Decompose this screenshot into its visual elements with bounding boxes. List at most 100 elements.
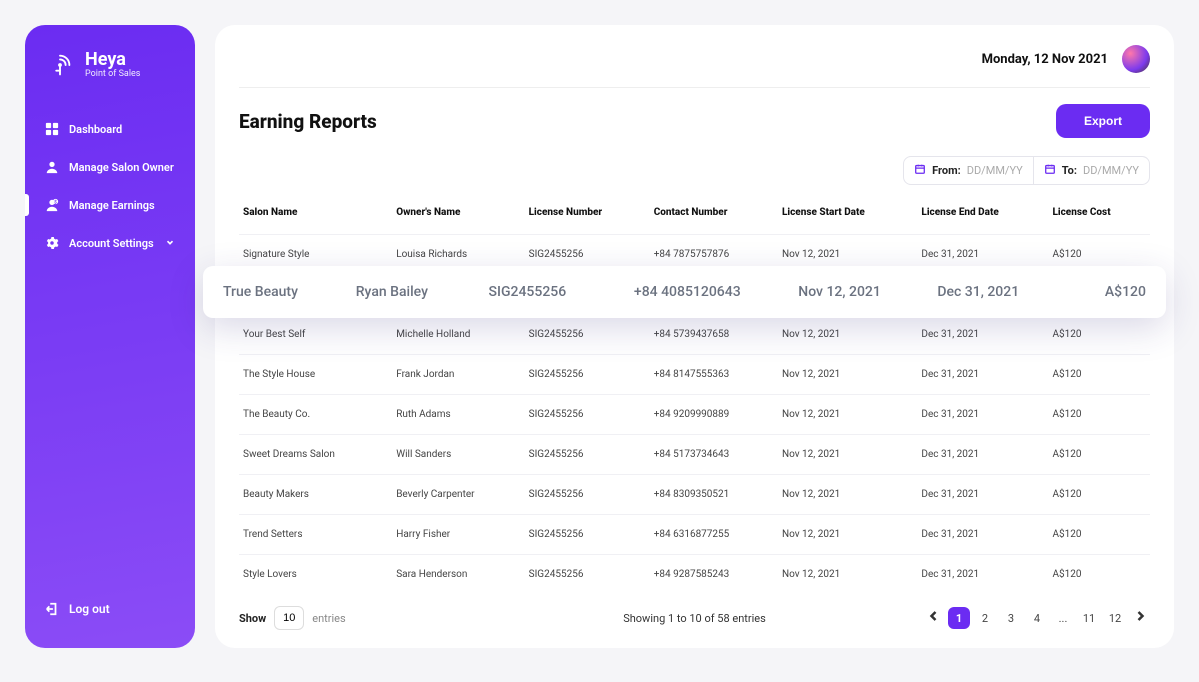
- cell-start: Nov 12, 2021: [778, 315, 917, 355]
- table-row[interactable]: The Style HouseFrank JordanSIG2455256+84…: [239, 355, 1150, 395]
- table-row[interactable]: Beauty MakersBeverly CarpenterSIG2455256…: [239, 475, 1150, 515]
- nav-dashboard[interactable]: Dashboard: [25, 110, 195, 148]
- to-placeholder: DD/MM/YY: [1083, 164, 1139, 177]
- titlebar: Earning Reports Export: [239, 104, 1150, 138]
- cell-end: Dec 31, 2021: [917, 435, 1048, 475]
- table-row[interactable]: The Beauty Co.Ruth AdamsSIG2455256+84 92…: [239, 395, 1150, 435]
- prev-page[interactable]: [924, 610, 944, 626]
- cell-salon: Sweet Dreams Salon: [239, 435, 392, 475]
- cell-contact: +84 5173734643: [650, 435, 778, 475]
- cell-salon: Style Lovers: [239, 555, 392, 595]
- cell-end: Dec 31, 2021: [917, 515, 1048, 555]
- table-row[interactable]: Trend SettersHarry FisherSIG2455256+84 6…: [239, 515, 1150, 555]
- cell-start: Nov 12, 2021: [778, 395, 917, 435]
- export-button[interactable]: Export: [1056, 104, 1150, 138]
- page-2[interactable]: 2: [974, 607, 996, 629]
- table-row[interactable]: Your Best SelfMichelle HollandSIG2455256…: [239, 315, 1150, 355]
- cell-license: SIG2455256: [525, 395, 650, 435]
- nav-manage-earnings[interactable]: $ Manage Earnings: [25, 186, 195, 224]
- current-date: Monday, 12 Nov 2021: [982, 52, 1108, 67]
- cell-owner: Beverly Carpenter: [392, 475, 524, 515]
- sidebar: Heya Point of Sales Dashboard Manage Sal…: [25, 25, 195, 648]
- cell-salon: True Beauty: [223, 284, 356, 300]
- cell-contact: +84 5739437658: [650, 315, 778, 355]
- cell-owner: Sara Henderson: [392, 555, 524, 595]
- nav-label: Manage Earnings: [69, 199, 155, 212]
- to-label: To:: [1062, 164, 1077, 177]
- page-12[interactable]: 12: [1104, 607, 1126, 629]
- brand-subtitle: Point of Sales: [85, 69, 140, 79]
- cell-license: SIG2455256: [525, 555, 650, 595]
- col-start: License Start Date: [778, 197, 917, 235]
- cell-start: Nov 12, 2021: [778, 555, 917, 595]
- nav-label: Account Settings: [69, 237, 154, 250]
- brand: Heya Point of Sales: [25, 50, 195, 110]
- nav: Dashboard Manage Salon Owner $ Manage Ea…: [25, 110, 195, 262]
- table-header-row: Salon Name Owner's Name License Number C…: [239, 197, 1150, 235]
- avatar[interactable]: [1122, 45, 1150, 73]
- cell-contact: +84 4085120643: [634, 284, 798, 300]
- topbar: Monday, 12 Nov 2021: [239, 45, 1150, 88]
- cell-owner: Michelle Holland: [392, 315, 524, 355]
- entries-control: Show entries: [239, 606, 346, 630]
- from-label: From:: [932, 164, 961, 177]
- next-page[interactable]: [1130, 610, 1150, 626]
- page-1[interactable]: 1: [948, 607, 970, 629]
- entries-summary: Showing 1 to 10 of 58 entries: [623, 612, 766, 625]
- col-end: License End Date: [917, 197, 1048, 235]
- nav-account-settings[interactable]: Account Settings: [25, 224, 195, 262]
- table-row[interactable]: Sweet Dreams SalonWill SandersSIG2455256…: [239, 435, 1150, 475]
- col-owner: Owner's Name: [392, 197, 524, 235]
- highlighted-row[interactable]: True Beauty Ryan Bailey SIG2455256 +84 4…: [203, 266, 1166, 318]
- cell-cost: A$120: [1048, 395, 1150, 435]
- col-contact: Contact Number: [650, 197, 778, 235]
- cell-contact: +84 8309350521: [650, 475, 778, 515]
- cell-cost: A$120: [1048, 515, 1150, 555]
- col-license: License Number: [525, 197, 650, 235]
- cell-cost: A$120: [1048, 315, 1150, 355]
- cell-owner: Ruth Adams: [392, 395, 524, 435]
- cell-contact: +84 8147555363: [650, 355, 778, 395]
- cell-owner: Harry Fisher: [392, 515, 524, 555]
- show-label: Show: [239, 612, 266, 625]
- page-11[interactable]: 11: [1078, 607, 1100, 629]
- col-salon: Salon Name: [239, 197, 392, 235]
- cell-end: Dec 31, 2021: [917, 475, 1048, 515]
- cell-license: SIG2455256: [525, 315, 650, 355]
- nav-label: Manage Salon Owner: [69, 161, 174, 174]
- date-range-group: From: DD/MM/YY To: DD/MM/YY: [903, 156, 1150, 185]
- user-icon: [45, 160, 59, 174]
- page-4[interactable]: 4: [1026, 607, 1048, 629]
- cell-contact: +84 6316877255: [650, 515, 778, 555]
- page-3[interactable]: 3: [1000, 607, 1022, 629]
- cell-license: SIG2455256: [525, 475, 650, 515]
- from-date-field[interactable]: From: DD/MM/YY: [904, 157, 1033, 184]
- cell-cost: A$120: [1048, 355, 1150, 395]
- cell-license: SIG2455256: [525, 355, 650, 395]
- cell-owner: Will Sanders: [392, 435, 524, 475]
- cell-end: Dec 31, 2021: [937, 284, 1076, 300]
- calendar-icon: [1044, 163, 1056, 178]
- logout-button[interactable]: Log out: [25, 590, 195, 628]
- cell-start: Nov 12, 2021: [798, 284, 937, 300]
- table-row[interactable]: Style LoversSara HendersonSIG2455256+84 …: [239, 555, 1150, 595]
- cell-owner: Ryan Bailey: [356, 284, 489, 300]
- nav-manage-salon-owner[interactable]: Manage Salon Owner: [25, 148, 195, 186]
- cell-license: SIG2455256: [525, 435, 650, 475]
- cell-start: Nov 12, 2021: [778, 435, 917, 475]
- col-cost: License Cost: [1048, 197, 1150, 235]
- cell-salon: The Style House: [239, 355, 392, 395]
- cell-salon: The Beauty Co.: [239, 395, 392, 435]
- cell-cost: A$120: [1048, 475, 1150, 515]
- entries-input[interactable]: [274, 606, 304, 630]
- chevron-down-icon: [165, 237, 175, 250]
- cell-end: Dec 31, 2021: [917, 315, 1048, 355]
- cell-license: SIG2455256: [525, 515, 650, 555]
- to-date-field[interactable]: To: DD/MM/YY: [1033, 157, 1149, 184]
- cell-start: Nov 12, 2021: [778, 355, 917, 395]
- earnings-icon: $: [45, 198, 59, 212]
- cell-salon: Beauty Makers: [239, 475, 392, 515]
- nav-label: Dashboard: [69, 123, 122, 136]
- cell-cost: A$120: [1076, 284, 1146, 300]
- page-ellipsis: ...: [1052, 607, 1074, 629]
